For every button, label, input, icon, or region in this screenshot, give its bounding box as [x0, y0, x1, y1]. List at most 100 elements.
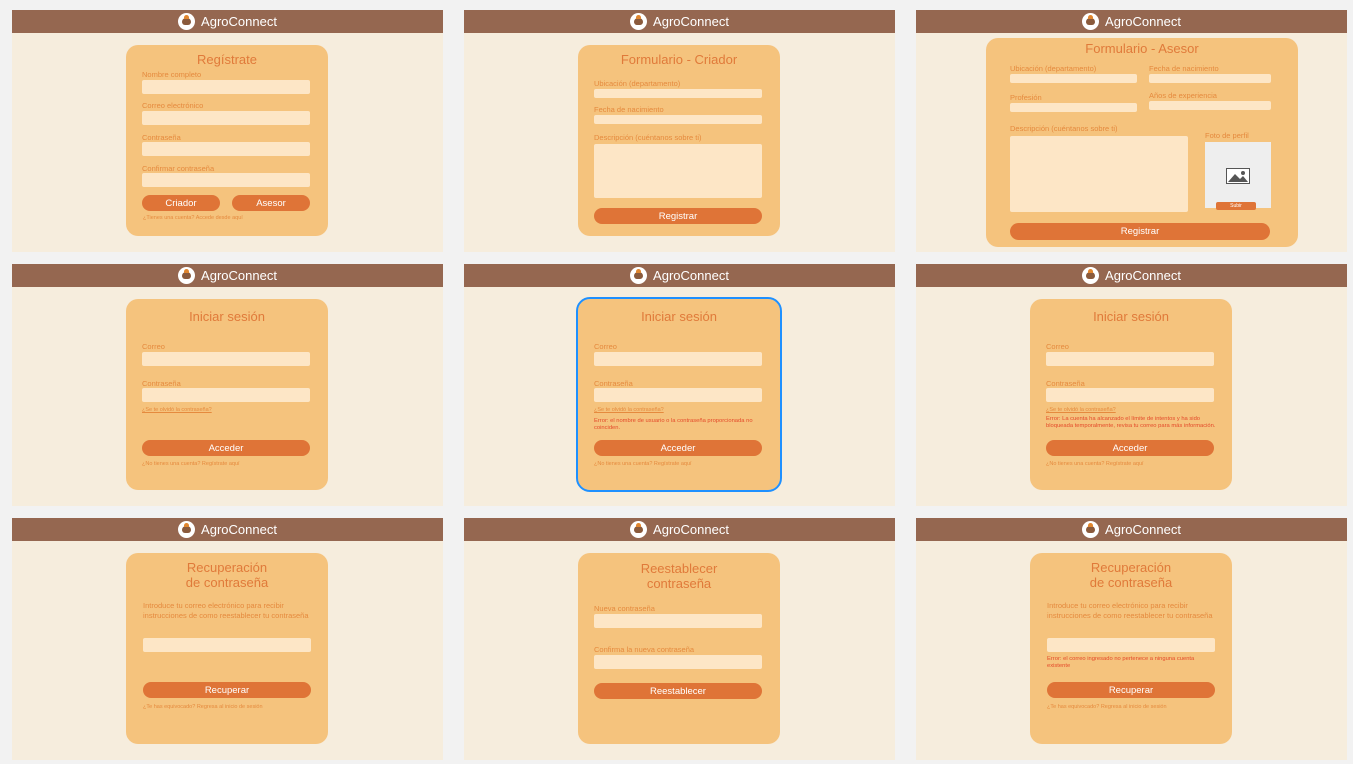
email-input[interactable]	[1046, 352, 1214, 366]
forgot-password-link[interactable]: ¿Se te olvidó la contraseña?	[142, 407, 212, 413]
email-input[interactable]	[1047, 638, 1215, 652]
back-to-login-link[interactable]: ¿Te has equivocado? Regresa al inicio de…	[1047, 704, 1167, 710]
register-link[interactable]: ¿No tienes una cuenta? Regístrate aquí	[1046, 461, 1144, 467]
farmer-logo-icon	[630, 521, 648, 538]
password-input[interactable]	[594, 388, 762, 402]
field-label: Años de experiencia	[1149, 91, 1217, 100]
login-button[interactable]: Acceder	[1046, 440, 1214, 456]
field-label: Fecha de nacimiento	[594, 105, 664, 114]
card-title-line2: contraseña	[646, 576, 712, 591]
recover-button[interactable]: Recuperar	[1047, 682, 1215, 698]
instructions-text: Introduce tu correo electrónico para rec…	[143, 601, 309, 620]
login-button[interactable]: Acceder	[594, 440, 762, 456]
reset-card: Reestablecer contraseña Nueva contraseña…	[578, 553, 780, 744]
field-label: Descripción (cuéntanos sobre ti)	[1010, 124, 1118, 133]
forgot-password-link[interactable]: ¿Se te olvidó la contraseña?	[1046, 407, 1116, 413]
field-label: Ubicación (departamento)	[594, 79, 681, 88]
register-button[interactable]: Registrar	[594, 208, 762, 224]
frame-reset-password: AgroConnect Reestablecer contraseña Nuev…	[464, 518, 895, 760]
field-label: Nombre completo	[142, 70, 202, 79]
card-title: Iniciar sesión	[641, 309, 717, 324]
field-label: Confirma la nueva contraseña	[594, 645, 695, 654]
top-bar: AgroConnect	[12, 264, 443, 287]
farmer-logo-icon	[178, 521, 196, 538]
criador-button[interactable]: Criador	[142, 195, 220, 211]
brand-name: AgroConnect	[1105, 14, 1181, 29]
back-to-login-link[interactable]: ¿Te has equivocado? Regresa al inicio de…	[143, 704, 263, 710]
description-textarea[interactable]	[1010, 136, 1188, 212]
email-input[interactable]	[594, 352, 762, 366]
location-input[interactable]	[1010, 74, 1137, 83]
upload-button[interactable]: Subir	[1216, 202, 1256, 210]
card-title: Formulario - Asesor	[1085, 41, 1199, 56]
farmer-logo-icon	[1082, 521, 1100, 538]
login-card: Iniciar sesión Correo Contraseña ¿Se te …	[126, 299, 328, 490]
email-input[interactable]	[143, 638, 311, 652]
farmer-logo-icon	[630, 267, 648, 284]
field-label: Profesión	[1010, 93, 1042, 102]
field-label: Contraseña	[142, 133, 181, 142]
register-link[interactable]: ¿No tienes una cuenta? Regístrate aquí	[594, 461, 692, 467]
field-label: Correo electrónico	[142, 101, 204, 110]
password-input[interactable]	[142, 388, 310, 402]
brand-name: AgroConnect	[653, 14, 729, 29]
top-bar: AgroConnect	[916, 264, 1347, 287]
password-input[interactable]	[142, 142, 310, 156]
field-label: Contraseña	[594, 379, 633, 388]
frame-register: AgroConnect Regístrate Nombre completo C…	[12, 10, 443, 252]
recovery-card: Recuperación de contraseña Introduce tu …	[126, 553, 328, 744]
card-title-line1: Recuperación	[186, 560, 268, 575]
confirm-password-input[interactable]	[142, 173, 310, 187]
reset-button[interactable]: Reestablecer	[594, 683, 762, 699]
login-button[interactable]: Acceder	[142, 440, 310, 456]
password-input[interactable]	[1046, 388, 1214, 402]
login-link[interactable]: ¿Tienes una cuenta? Accede desde aquí	[143, 215, 243, 221]
error-message: Error: el nombre de usuario o la contras…	[594, 418, 753, 431]
brand-name: AgroConnect	[1105, 522, 1181, 537]
frame-recovery-error: AgroConnect Recuperación de contraseña I…	[916, 518, 1347, 760]
experience-input[interactable]	[1149, 101, 1271, 110]
brand-name: AgroConnect	[201, 522, 277, 537]
recovery-card: Recuperación de contraseña Introduce tu …	[1030, 553, 1232, 744]
birthdate-input[interactable]	[1149, 74, 1271, 83]
card-title: Iniciar sesión	[189, 309, 265, 324]
top-bar: AgroConnect	[916, 10, 1347, 33]
top-bar: AgroConnect	[12, 10, 443, 33]
instructions-text: Introduce tu correo electrónico para rec…	[1047, 601, 1213, 620]
profession-input[interactable]	[1010, 103, 1137, 112]
card-title-line1: Recuperación	[1090, 560, 1172, 575]
description-textarea[interactable]	[594, 144, 762, 198]
new-password-input[interactable]	[594, 614, 762, 628]
top-bar: AgroConnect	[464, 10, 895, 33]
recover-button[interactable]: Recuperar	[143, 682, 311, 698]
asesor-button[interactable]: Asesor	[232, 195, 310, 211]
card-title: Iniciar sesión	[1093, 309, 1169, 324]
top-bar: AgroConnect	[464, 264, 895, 287]
image-placeholder-icon	[1226, 168, 1250, 184]
advisor-form-card: Formulario - Asesor Ubicación (departame…	[986, 38, 1298, 247]
card-title-line2: de contraseña	[1089, 575, 1173, 590]
frame-login-error: AgroConnect Iniciar sesión Correo Contra…	[464, 264, 895, 506]
forgot-password-link[interactable]: ¿Se te olvidó la contraseña?	[594, 407, 664, 413]
brand-name: AgroConnect	[653, 268, 729, 283]
card-title: Formulario - Criador	[620, 52, 738, 67]
location-input[interactable]	[594, 89, 762, 98]
register-link[interactable]: ¿No tienes una cuenta? Regístrate aquí	[142, 461, 240, 467]
frame-login-blocked: AgroConnect Iniciar sesión Correo Contra…	[916, 264, 1347, 506]
login-card-selected[interactable]: Iniciar sesión Correo Contraseña ¿Se te …	[576, 297, 782, 492]
brand-name: AgroConnect	[653, 522, 729, 537]
register-button[interactable]: Registrar	[1010, 223, 1270, 240]
full-name-input[interactable]	[142, 80, 310, 94]
profile-photo-placeholder[interactable]	[1205, 142, 1271, 208]
field-label: Foto de perfil	[1205, 131, 1249, 140]
email-input[interactable]	[142, 352, 310, 366]
field-label: Descripción (cuéntanos sobre ti)	[594, 133, 702, 142]
card-title-line1: Reestablecer	[640, 561, 718, 576]
breeder-form-card: Formulario - Criador Ubicación (departam…	[578, 45, 780, 236]
field-label: Contraseña	[142, 379, 181, 388]
email-input[interactable]	[142, 111, 310, 125]
confirm-new-password-input[interactable]	[594, 655, 762, 669]
birthdate-input[interactable]	[594, 115, 762, 124]
top-bar: AgroConnect	[464, 518, 895, 541]
frame-advisor-form: AgroConnect Formulario - Asesor Ubicació…	[916, 10, 1347, 252]
